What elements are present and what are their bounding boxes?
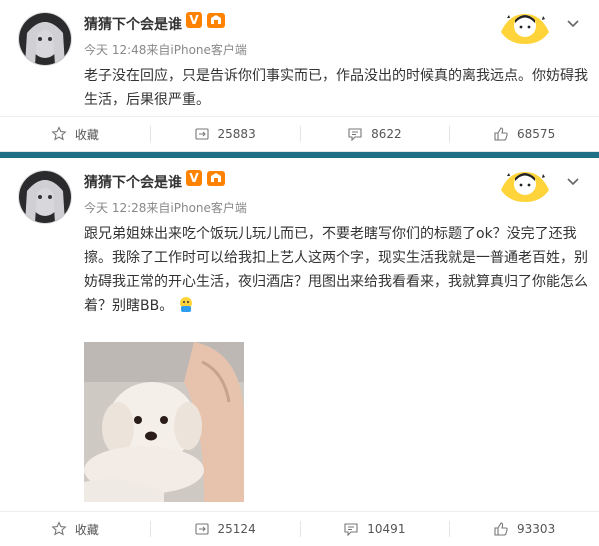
repost-button[interactable]: 25883	[149, 117, 300, 151]
member-badge-icon[interactable]	[206, 168, 226, 188]
like-count: 93303	[517, 522, 556, 536]
thumbs-up-icon	[494, 522, 508, 536]
card-decoration-icon	[501, 172, 549, 202]
dog-photo-icon	[84, 342, 244, 502]
comment-count: 10491	[367, 522, 406, 536]
thumbs-up-icon	[494, 127, 508, 141]
card-decoration-icon	[501, 14, 549, 44]
action-bar: 收藏 25124 10491 93303	[0, 511, 599, 546]
username[interactable]: 猜猜下个会是谁	[84, 14, 182, 34]
comment-button[interactable]: 10491	[299, 512, 450, 546]
repost-count: 25883	[217, 127, 256, 141]
comment-button[interactable]: 8622	[299, 117, 450, 151]
like-button[interactable]: 68575	[449, 117, 599, 151]
repost-icon	[194, 128, 209, 140]
post-text-block: 跟兄弟姐妹出来吃个饭玩儿玩儿而已，不要老瞎写你们的标题了ok？没完了还我擦。我除…	[84, 222, 589, 318]
comment-count: 8622	[371, 127, 402, 141]
chevron-down-icon[interactable]	[565, 174, 581, 190]
post-text: 老子没在回应，只是告诉你们事实而已，作品没出的时候真的离我远点。你妨碍我生活，后…	[84, 68, 588, 108]
like-button[interactable]: 93303	[449, 512, 599, 546]
action-bar: 收藏 25883 8622 68575	[0, 116, 599, 151]
chevron-down-icon[interactable]	[565, 16, 581, 32]
repost-icon	[194, 523, 209, 535]
like-count: 68575	[517, 127, 556, 141]
post-text: 跟兄弟姐妹出来吃个饭玩儿玩儿而已，不要老瞎写你们的标题了ok？没完了还我擦。我除…	[84, 226, 588, 314]
verified-v-icon: V	[186, 170, 202, 186]
username[interactable]: 猜猜下个会是谁	[84, 172, 182, 192]
star-outline-icon	[51, 521, 67, 536]
favorite-button[interactable]: 收藏	[0, 512, 150, 546]
repost-button[interactable]: 25124	[149, 512, 300, 546]
star-outline-icon	[51, 126, 67, 141]
favorite-button[interactable]: 收藏	[0, 117, 150, 151]
verified-v-icon: V	[186, 12, 202, 28]
member-badge-icon[interactable]	[206, 10, 226, 30]
post-meta: 今天 12:28来自iPhone客户端	[84, 201, 247, 215]
comment-icon	[348, 128, 362, 142]
favorite-label: 收藏	[74, 127, 99, 142]
post-image[interactable]	[84, 342, 244, 502]
weibo-post: 猜猜下个会是谁 V 今天 12:28来自iPhone客户端 跟兄弟姐妹出来吃个饭…	[0, 158, 599, 546]
emoji-icon	[180, 297, 193, 312]
weibo-post: 猜猜下个会是谁 V 今天 12:48来自iPhone客户端 老子没在回应，只是告…	[0, 0, 599, 152]
favorite-label: 收藏	[74, 522, 99, 537]
post-meta: 今天 12:48来自iPhone客户端	[84, 43, 247, 57]
comment-icon	[344, 523, 358, 537]
avatar[interactable]	[18, 12, 72, 66]
repost-count: 25124	[217, 522, 256, 536]
avatar[interactable]	[18, 170, 72, 224]
